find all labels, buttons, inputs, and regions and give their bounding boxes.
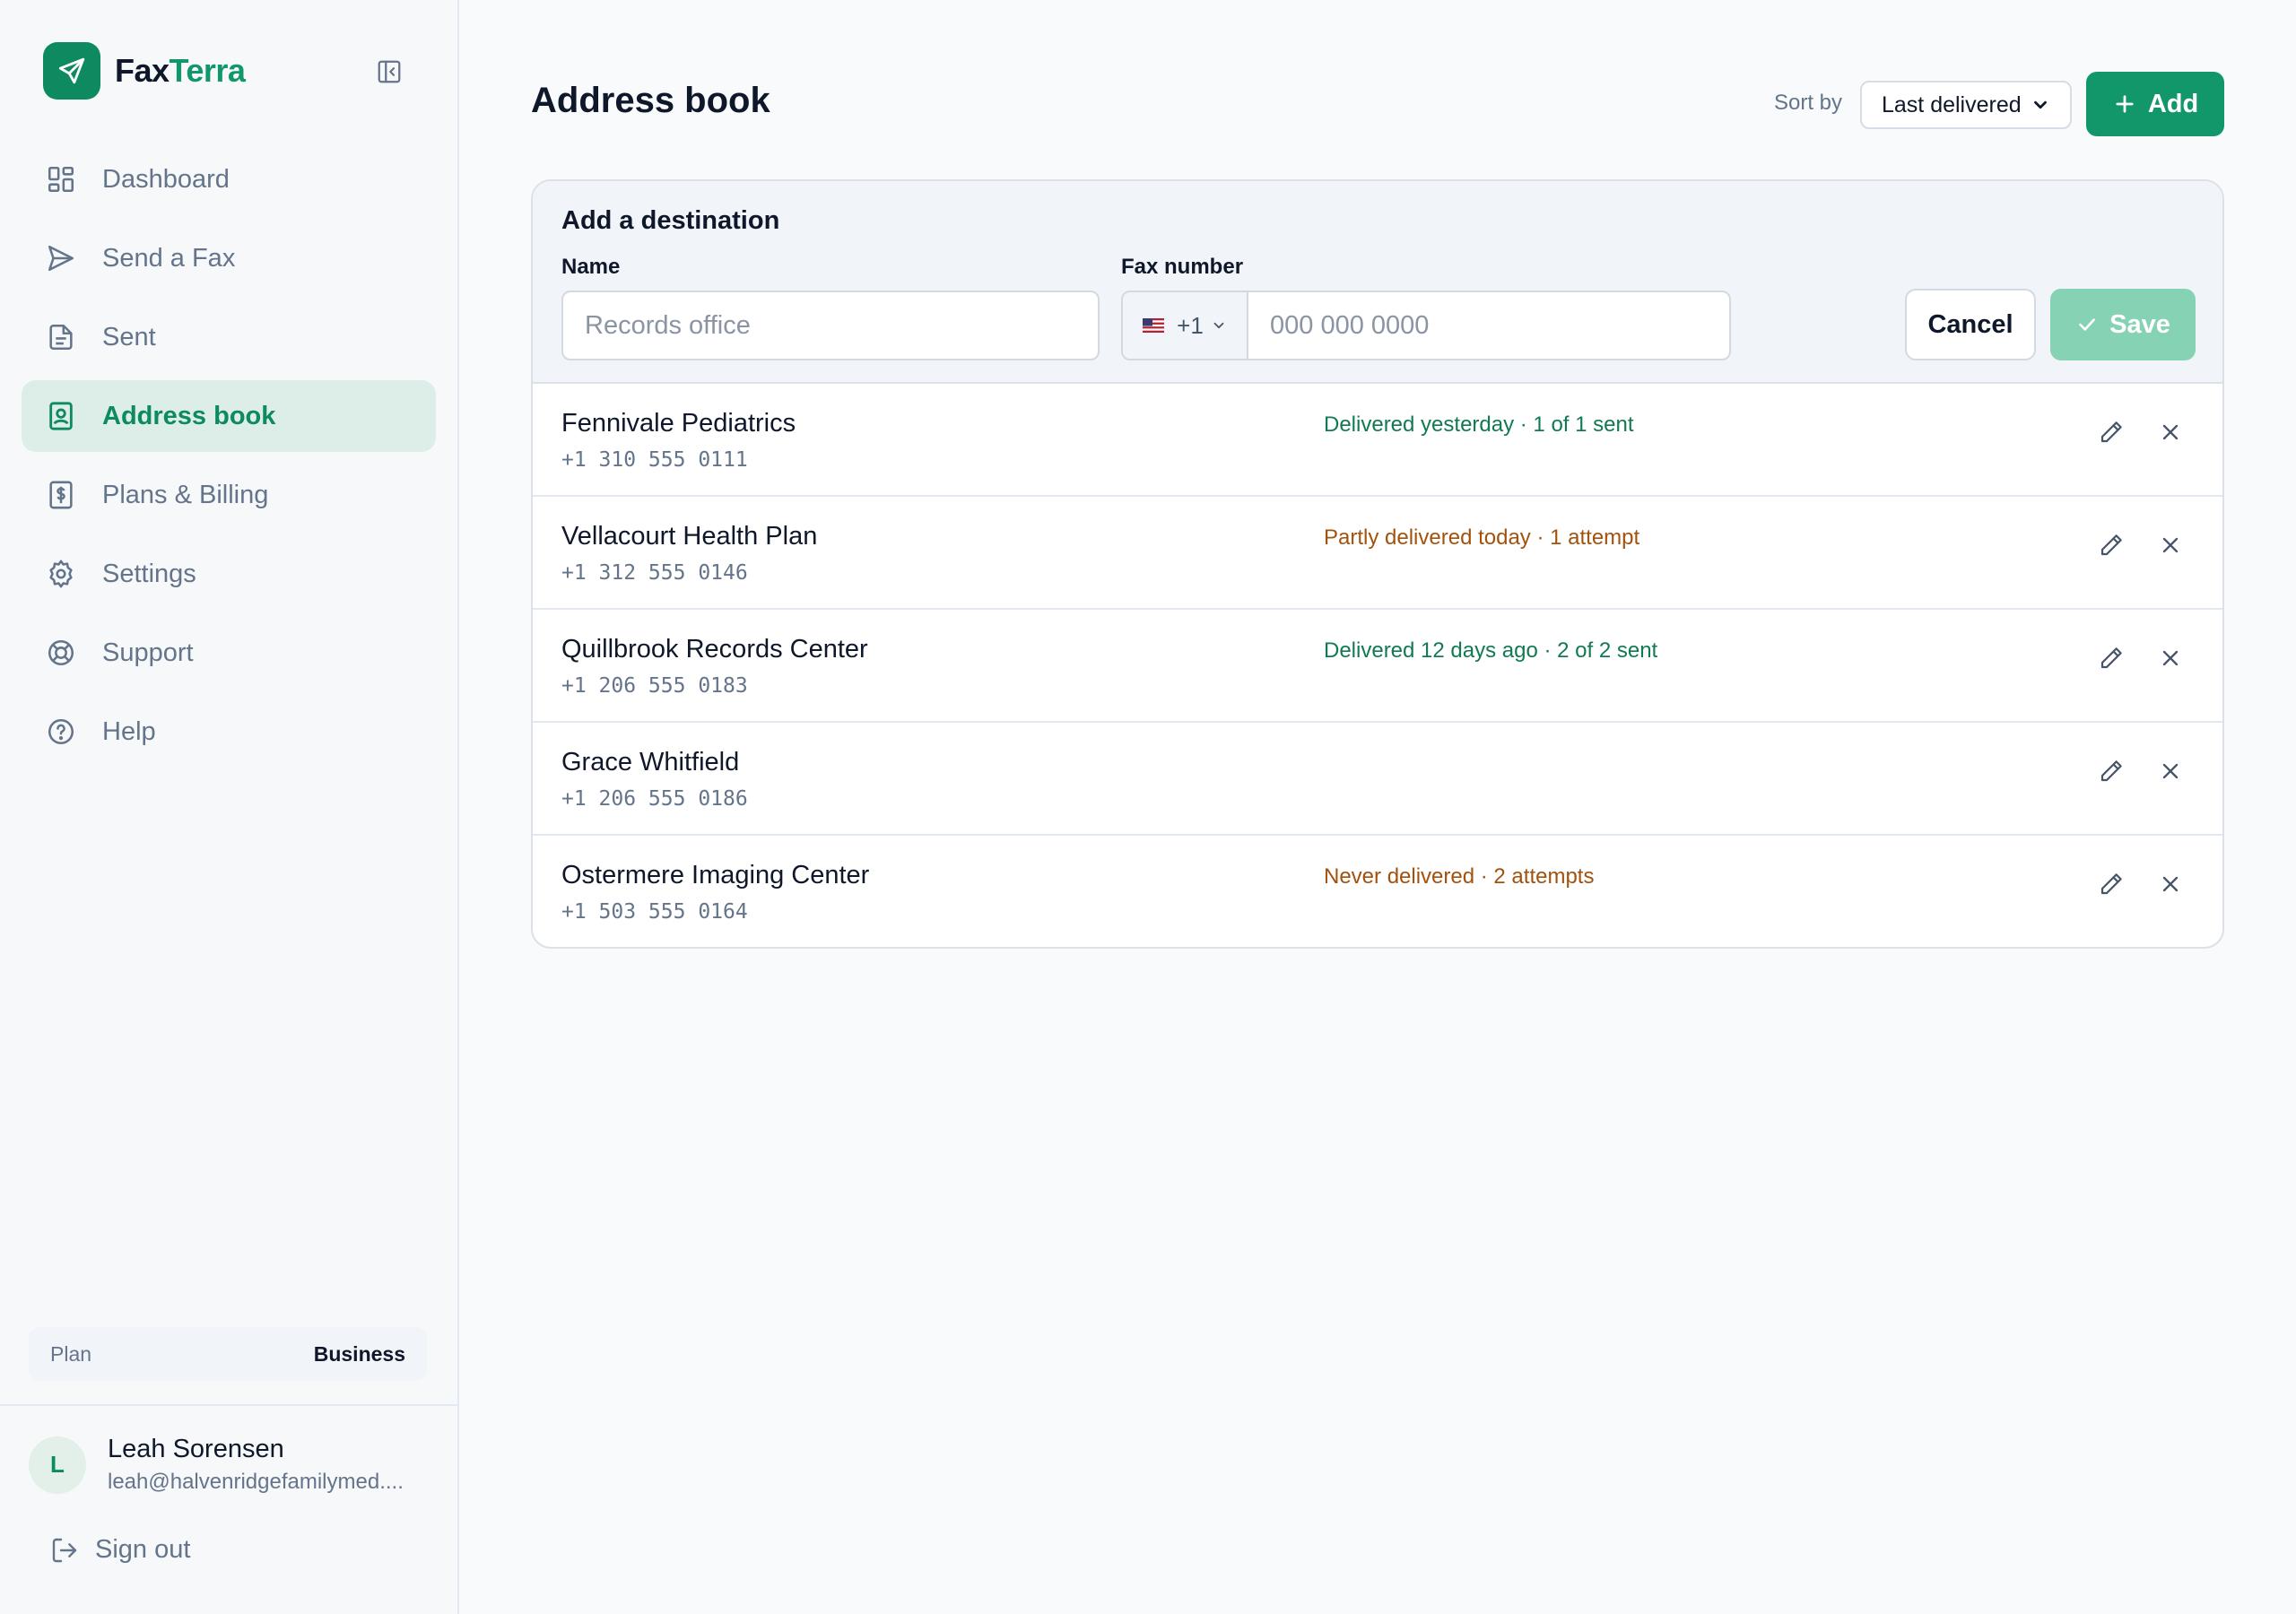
name-input[interactable]: Records office [561,291,1100,360]
avatar: L [29,1436,86,1494]
delivery-status: Delivered yesterday · 1 of 1 sent [1324,412,1634,437]
sidebar-item-dashboard[interactable]: Dashboard [22,143,436,215]
close-icon[interactable] [2152,414,2188,450]
table-row[interactable]: Quillbrook Records Center +1 206 555 018… [533,610,2222,723]
sign-out-label: Sign out [95,1535,191,1564]
question-icon [43,714,79,750]
contact-number: +1 206 555 0183 [561,674,748,698]
chevron-down-icon [2031,95,2050,115]
brand[interactable]: FaxTerra [43,42,246,100]
contact-number: +1 503 555 0164 [561,900,748,924]
contact-name: Fennivale Pediatrics [561,409,796,438]
edit-icon[interactable] [2093,414,2129,450]
paper-plane-icon [43,42,100,100]
add-button[interactable]: Add [2086,72,2224,136]
plan-indicator: Plan Business [29,1327,427,1381]
contact-number: +1 310 555 0111 [561,448,748,472]
page-title: Address book [531,81,770,120]
edit-icon[interactable] [2093,753,2129,789]
name-input-placeholder: Records office [585,310,751,340]
country-code-select[interactable]: +1 [1123,292,1248,359]
sidebar-item-label: Send a Fax [102,243,236,273]
save-button-label: Save [2109,309,2170,339]
contact-book-icon [43,398,79,434]
sidebar-item-label: Plans & Billing [102,480,269,509]
brand-name: FaxTerra [115,52,246,90]
brand-name-accent: Terra [169,52,246,89]
add-button-label: Add [2147,89,2199,118]
plan-label: Plan [50,1341,92,1366]
grid-icon [43,161,79,197]
sort-label: Sort by [1774,91,1843,115]
close-icon[interactable] [2152,866,2188,902]
cancel-button[interactable]: Cancel [1905,289,2036,360]
user-email: leah@halvenridgefamilymed.... [108,1470,404,1494]
edit-icon[interactable] [2093,527,2129,563]
delivery-status: Delivered 12 days ago · 2 of 2 sent [1324,638,1658,663]
sidebar-item-plans-billing[interactable]: Plans & Billing [22,459,436,531]
document-icon [43,319,79,355]
sidebar-item-sent[interactable]: Sent [22,301,436,373]
brand-name-primary: Fax [115,52,170,89]
name-label: Name [561,255,621,279]
form-title: Add a destination [561,206,780,235]
check-icon [2075,313,2099,336]
sidebar-item-label: Dashboard [102,164,230,194]
country-code: +1 [1177,311,1204,339]
delivery-status: Never delivered · 2 attempts [1324,864,1595,889]
sidebar-item-help[interactable]: Help [22,696,436,768]
contact-number: +1 312 555 0146 [561,561,748,585]
fax-number-input[interactable]: 000 000 0000 [1248,311,1429,341]
user-info: Leah Sorensen leah@halvenridgefamilymed.… [108,1435,430,1495]
add-destination-form: Add a destination Name Records office Fa… [533,181,2222,384]
close-icon[interactable] [2152,527,2188,563]
sort-select-value: Last delivered [1882,91,2022,117]
sidebar-divider [0,1404,457,1406]
table-row[interactable]: Ostermere Imaging Center +1 503 555 0164… [533,836,2222,947]
table-row[interactable]: Grace Whitfield +1 206 555 0186 [533,723,2222,836]
sidebar-item-address-book[interactable]: Address book [22,380,436,452]
contact-number: +1 206 555 0186 [561,787,748,811]
plus-icon [2112,91,2137,117]
collapse-sidebar-icon[interactable] [371,56,407,88]
sidebar-item-settings[interactable]: Settings [22,538,436,610]
contact-name: Grace Whitfield [561,748,740,777]
fax-number-field: +1 000 000 0000 [1121,291,1731,360]
us-flag-icon [1143,318,1165,333]
close-icon[interactable] [2152,640,2188,676]
sort-select[interactable]: Last delivered [1860,81,2072,129]
user-profile[interactable]: L Leah Sorensen leah@halvenridgefamilyme… [29,1435,430,1495]
edit-icon[interactable] [2093,866,2129,902]
edit-icon[interactable] [2093,640,2129,676]
sidebar-item-label: Address book [102,401,276,430]
contact-name: Vellacourt Health Plan [561,522,818,551]
table-row[interactable]: Vellacourt Health Plan +1 312 555 0146 P… [533,497,2222,610]
address-book-card: Add a destination Name Records office Fa… [531,179,2224,949]
sidebar-item-label: Settings [102,559,196,588]
plan-value: Business [313,1341,405,1366]
lifebuoy-icon [43,635,79,671]
sidebar-item-label: Support [102,638,194,667]
sidebar-nav: Dashboard Send a Fax Sent Address book P… [22,143,436,775]
sidebar: FaxTerra Dashboard Send a Fax Sent Addre… [0,0,459,1614]
contact-name: Ostermere Imaging Center [561,861,870,889]
save-button[interactable]: Save [2050,289,2196,360]
contact-name: Quillbrook Records Center [561,635,868,664]
delivery-status: Partly delivered today · 1 attempt [1324,525,1640,550]
close-icon[interactable] [2152,753,2188,789]
table-row[interactable]: Fennivale Pediatrics +1 310 555 0111 Del… [533,384,2222,497]
sidebar-item-label: Help [102,716,156,746]
chevron-down-icon [1211,317,1227,334]
sign-out-icon [50,1536,79,1565]
sign-out-button[interactable]: Sign out [50,1535,190,1565]
sidebar-item-support[interactable]: Support [22,617,436,689]
fax-number-label: Fax number [1121,255,1244,279]
send-icon [43,240,79,276]
user-name: Leah Sorensen [108,1435,284,1463]
sidebar-item-send-fax[interactable]: Send a Fax [22,222,436,294]
contact-list: Fennivale Pediatrics +1 310 555 0111 Del… [533,384,2222,947]
billing-icon [43,477,79,513]
gear-icon [43,556,79,592]
sidebar-item-label: Sent [102,322,156,351]
